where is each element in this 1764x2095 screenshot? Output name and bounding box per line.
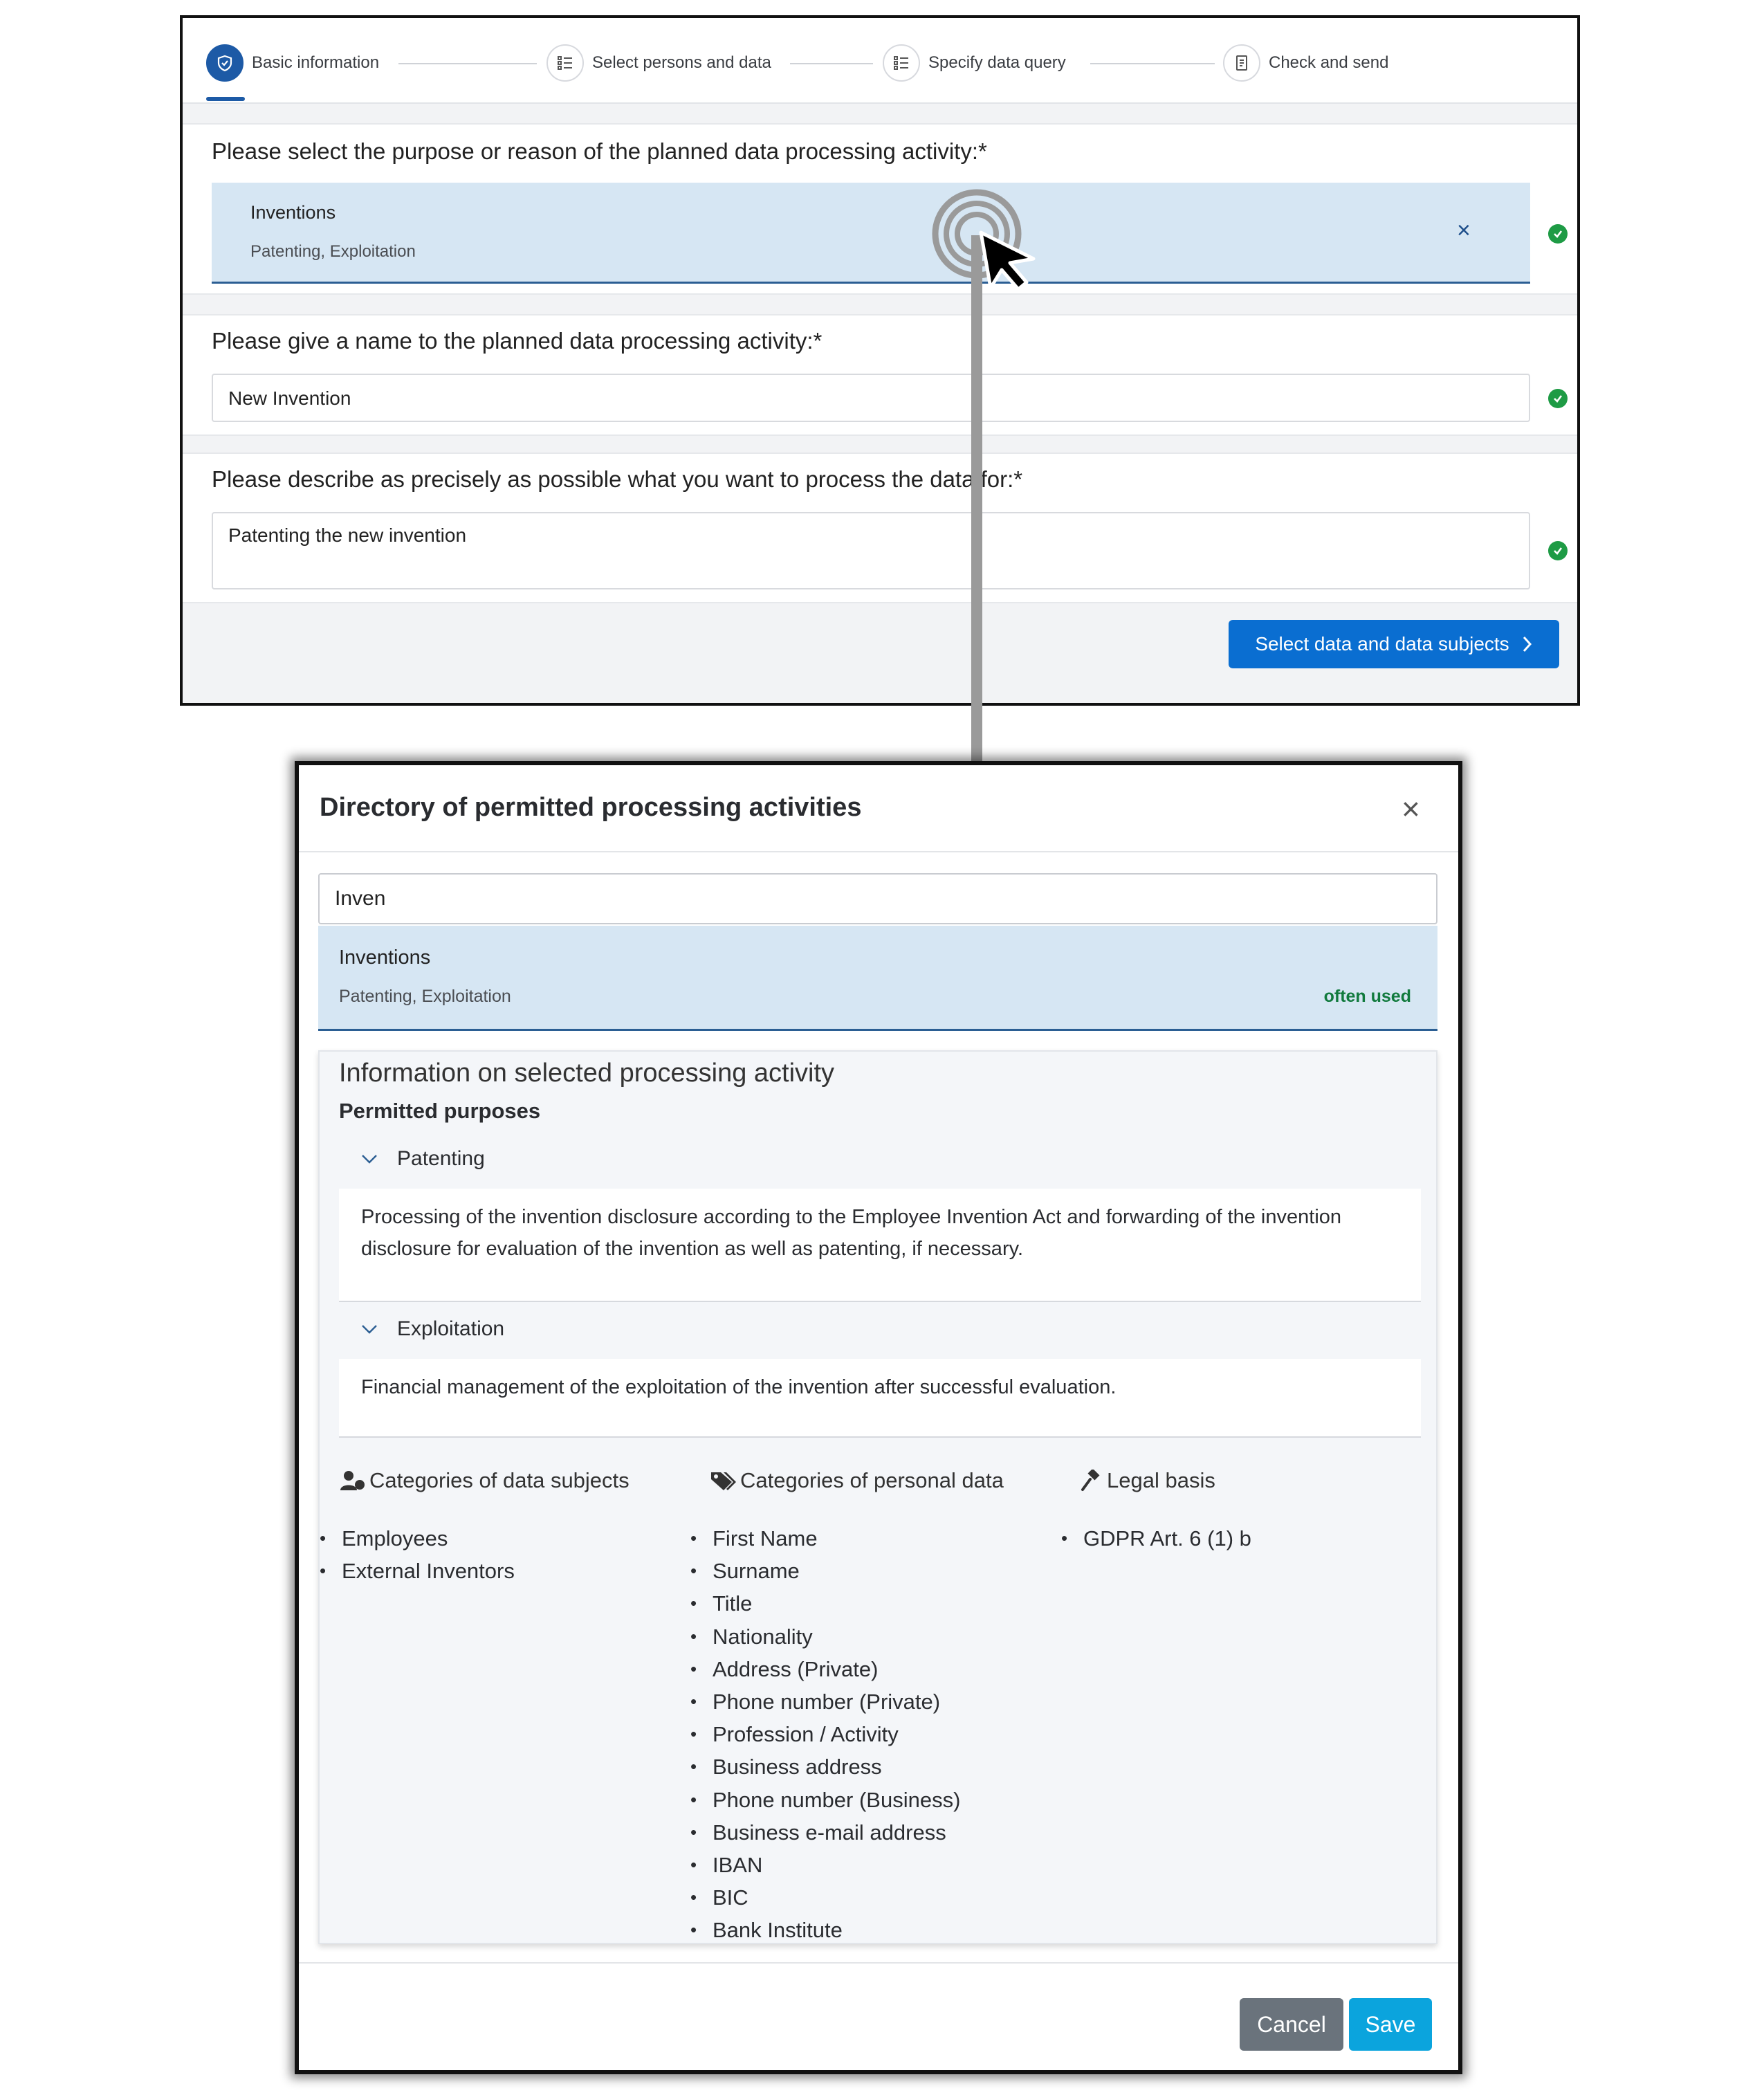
step-connector xyxy=(790,63,873,64)
list-icon xyxy=(883,44,920,82)
often-used-badge: often used xyxy=(1323,987,1411,1006)
valid-check-icon xyxy=(1548,541,1568,560)
data-subjects-heading: Categories of data subjects xyxy=(339,1468,630,1493)
list-item: Title xyxy=(690,1587,960,1620)
chevron-down-icon xyxy=(362,1155,377,1164)
step-connector xyxy=(1090,63,1215,64)
option-title: Inventions xyxy=(339,946,431,969)
gavel-icon xyxy=(1081,1470,1100,1491)
request-form-window: Basic information Select persons and dat… xyxy=(180,15,1580,706)
step-label: Basic information xyxy=(252,53,380,72)
activity-info-panel: Information on selected processing activ… xyxy=(318,1050,1437,1947)
list-item: Surname xyxy=(690,1555,960,1587)
list-item: BIC xyxy=(690,1881,960,1914)
info-title: Information on selected processing activ… xyxy=(339,1059,835,1088)
search-result-option[interactable]: Inventions Patenting, Exploitation often… xyxy=(318,926,1437,1031)
step-label: Select persons and data xyxy=(592,53,771,72)
step-select-persons-and-data[interactable]: Select persons and data xyxy=(546,43,771,83)
purpose-selected-title: Inventions xyxy=(250,202,336,223)
document-icon xyxy=(1223,44,1260,82)
chevron-right-icon xyxy=(1523,636,1532,652)
list-item: Profession / Activity xyxy=(690,1718,960,1750)
select-data-button-label: Select data and data subjects xyxy=(1255,633,1509,655)
list-item: GDPR Art. 6 (1) b xyxy=(1061,1522,1251,1555)
legal-basis-heading: Legal basis xyxy=(1081,1468,1215,1493)
list-item: Employees xyxy=(320,1522,515,1555)
purpose-description: Processing of the invention disclosure a… xyxy=(339,1189,1421,1302)
cancel-button[interactable]: Cancel xyxy=(1240,1998,1343,2051)
personal-data-list: First Name Surname Title Nationality Add… xyxy=(690,1522,960,1947)
click-pointer-icon xyxy=(932,189,1036,291)
active-step-indicator xyxy=(206,97,245,101)
connector-line xyxy=(971,235,982,801)
valid-check-icon xyxy=(1548,224,1568,244)
permitted-purposes-heading: Permitted purposes xyxy=(339,1099,541,1123)
list-item: Nationality xyxy=(690,1620,960,1653)
shield-check-icon xyxy=(206,44,244,82)
clear-selection-icon[interactable]: × xyxy=(1457,219,1471,242)
valid-check-icon xyxy=(1548,389,1568,408)
dialog-footer-divider xyxy=(299,1962,1458,1964)
dialog-divider xyxy=(299,851,1458,852)
step-label: Specify data query xyxy=(928,53,1066,72)
purpose-name: Patenting xyxy=(397,1147,485,1170)
list-item: Address (Private) xyxy=(690,1653,960,1685)
list-item: Bank Institute xyxy=(690,1914,960,1946)
purpose-toggle-patenting[interactable]: Patenting xyxy=(361,1147,485,1171)
legal-basis-list: GDPR Art. 6 (1) b xyxy=(1061,1522,1251,1555)
description-section: Please describe as precisely as possible… xyxy=(183,452,1577,603)
purpose-name: Exploitation xyxy=(397,1317,505,1340)
list-item: Business e-mail address xyxy=(690,1816,960,1849)
dialog-title: Directory of permitted processing activi… xyxy=(320,793,862,822)
wizard-steps: Basic information Select persons and dat… xyxy=(183,18,1577,104)
purpose-selected-subtitle: Patenting, Exploitation xyxy=(250,242,416,261)
chevron-down-icon xyxy=(362,1325,377,1334)
step-specify-data-query[interactable]: Specify data query xyxy=(883,43,1066,83)
purpose-toggle-exploitation[interactable]: Exploitation xyxy=(361,1317,504,1341)
purpose-select[interactable]: Inventions Patenting, Exploitation × xyxy=(212,183,1530,284)
step-check-and-send[interactable]: Check and send xyxy=(1223,43,1388,83)
save-button[interactable]: Save xyxy=(1349,1998,1432,2051)
purpose-description: Financial management of the exploitation… xyxy=(339,1359,1421,1438)
list-item: External Inventors xyxy=(320,1555,515,1587)
name-section: Please give a name to the planned data p… xyxy=(183,314,1577,436)
list-item: Phone number (Private) xyxy=(690,1685,960,1718)
users-icon xyxy=(340,1471,365,1490)
tags-icon xyxy=(711,1472,736,1490)
step-label: Check and send xyxy=(1269,53,1389,72)
name-input[interactable]: New Invention xyxy=(212,374,1530,422)
step-basic-information[interactable]: Basic information xyxy=(206,43,379,83)
list-item: First Name xyxy=(690,1522,960,1555)
purpose-section: Please select the purpose or reason of t… xyxy=(183,123,1577,295)
option-subtitle: Patenting, Exploitation xyxy=(339,987,511,1006)
step-connector xyxy=(398,63,537,64)
personal-data-heading: Categories of personal data xyxy=(710,1468,1004,1493)
list-item: Business address xyxy=(690,1750,960,1783)
list-item: IBAN xyxy=(690,1849,960,1881)
purpose-label: Please select the purpose or reason of t… xyxy=(212,138,987,164)
description-textarea[interactable]: Patenting the new invention xyxy=(212,512,1530,589)
select-data-button[interactable]: Select data and data subjects xyxy=(1229,620,1559,668)
close-icon[interactable]: × xyxy=(1402,793,1420,825)
list-item: Phone number (Business) xyxy=(690,1784,960,1816)
name-label: Please give a name to the planned data p… xyxy=(212,328,823,354)
data-subjects-list: Employees External Inventors xyxy=(320,1522,515,1588)
search-input[interactable]: Inven xyxy=(318,873,1437,924)
processing-activities-dialog: Directory of permitted processing activi… xyxy=(295,761,1462,2074)
description-label: Please describe as precisely as possible… xyxy=(212,466,1023,492)
list-icon xyxy=(546,44,584,82)
